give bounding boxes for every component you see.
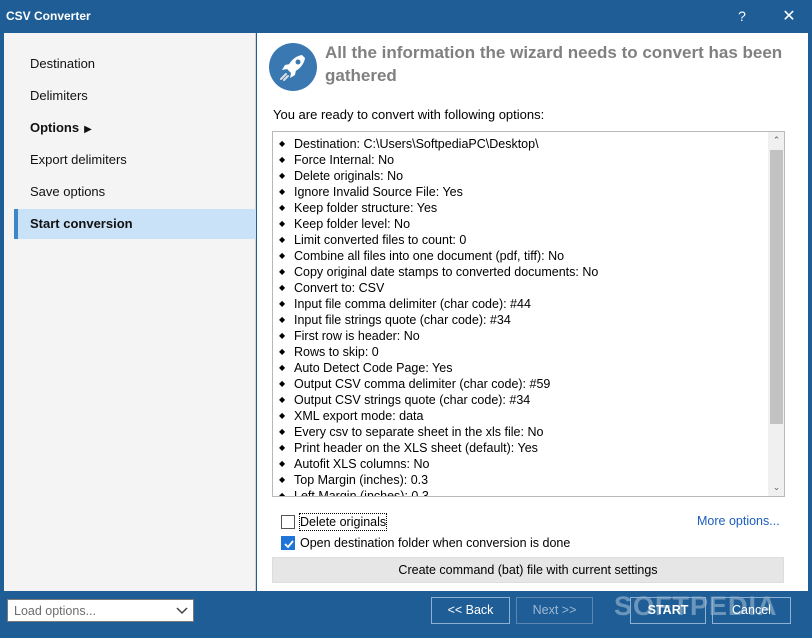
option-list-item: Every csv to separate sheet in the xls f…: [273, 424, 768, 440]
checkbox-box-checked[interactable]: [281, 536, 295, 550]
option-list-item: Destination: C:\Users\SoftpediaPC\Deskto…: [273, 136, 768, 152]
sidebar-item-start-conversion[interactable]: Start conversion: [14, 209, 256, 239]
option-list-item: Delete originals: No: [273, 168, 768, 184]
chevron-right-icon: ▶: [84, 124, 92, 135]
chevron-down-icon: [176, 607, 188, 615]
sidebar-item-delimiters[interactable]: Delimiters: [14, 81, 256, 111]
checkbox-label[interactable]: Open destination folder when conversion …: [300, 535, 570, 551]
checkmark-icon: [284, 540, 294, 549]
sidebar-item-save-options[interactable]: Save options: [14, 177, 256, 207]
start-button[interactable]: START: [630, 597, 706, 624]
create-bat-file-button[interactable]: Create command (bat) file with current s…: [272, 557, 784, 583]
option-list-item: Copy original date stamps to converted d…: [273, 264, 768, 280]
more-options-link[interactable]: More options...: [697, 514, 780, 528]
option-list-item: Left Margin (inches): 0.3: [273, 488, 768, 496]
option-list-item: Autofit XLS columns: No: [273, 456, 768, 472]
scroll-down-icon[interactable]: ⌄: [768, 479, 784, 496]
cancel-button[interactable]: Cancel: [712, 597, 791, 624]
option-list-item: Output CSV comma delimiter (char code): …: [273, 376, 768, 392]
window-title: CSV Converter: [6, 9, 91, 23]
scroll-up-icon[interactable]: ⌃: [768, 132, 784, 149]
main-panel: All the information the wizard needs to …: [257, 33, 808, 591]
scrollbar-thumb[interactable]: [770, 150, 783, 424]
checkbox-label[interactable]: Delete originals: [298, 513, 388, 531]
sidebar-item-export-delimiters[interactable]: Export delimiters: [14, 145, 256, 175]
checkbox-box[interactable]: [281, 515, 295, 529]
option-list-item: Output CSV strings quote (char code): #3…: [273, 392, 768, 408]
sidebar-item-label: Options: [30, 120, 80, 135]
page-title: All the information the wizard needs to …: [325, 43, 783, 85]
help-button[interactable]: ?: [726, 0, 758, 33]
option-list-item: Print header on the XLS sheet (default):…: [273, 440, 768, 456]
sidebar-item-label: Save options: [30, 184, 106, 199]
title-bar: CSV Converter ? ✕: [0, 0, 812, 33]
sidebar-item-label: Destination: [30, 56, 96, 71]
option-list-item: Top Margin (inches): 0.3: [273, 472, 768, 488]
sidebar-item-label: Delimiters: [30, 88, 88, 103]
sidebar: Destination Delimiters Options ▶ Export d…: [4, 33, 256, 591]
next-button[interactable]: Next >>: [516, 597, 593, 624]
load-options-dropdown[interactable]: Load options...: [7, 599, 194, 622]
option-list-item: Rows to skip: 0: [273, 344, 768, 360]
option-list-item: Input file comma delimiter (char code): …: [273, 296, 768, 312]
close-button[interactable]: ✕: [766, 0, 812, 33]
intro-text: You are ready to convert with following …: [273, 107, 545, 122]
option-list-item: Auto Detect Code Page: Yes: [273, 360, 768, 376]
sidebar-item-label: Export delimiters: [30, 152, 127, 167]
sidebar-item-label: Start conversion: [30, 216, 133, 231]
option-list-item: Force Internal: No: [273, 152, 768, 168]
rocket-icon: [269, 43, 317, 91]
option-list-item: Input file strings quote (char code): #3…: [273, 312, 768, 328]
option-list-item: Limit converted files to count: 0: [273, 232, 768, 248]
option-list-item: Keep folder structure: Yes: [273, 200, 768, 216]
sidebar-item-destination[interactable]: Destination: [14, 49, 256, 79]
sidebar-item-options[interactable]: Options ▶: [14, 113, 256, 143]
option-list-item: Keep folder level: No: [273, 216, 768, 232]
option-list-item: XML export mode: data: [273, 408, 768, 424]
option-list-item: Ignore Invalid Source File: Yes: [273, 184, 768, 200]
footer-bar: Load options... SOFTPEDIA << Back Next >…: [0, 591, 812, 638]
option-list-item: Combine all files into one document (pdf…: [273, 248, 768, 264]
options-list: Destination: C:\Users\SoftpediaPC\Deskto…: [273, 136, 768, 496]
option-list-item: First row is header: No: [273, 328, 768, 344]
back-button[interactable]: << Back: [431, 597, 510, 624]
load-options-placeholder: Load options...: [14, 604, 97, 618]
option-list-item: Convert to: CSV: [273, 280, 768, 296]
options-summary-list[interactable]: Destination: C:\Users\SoftpediaPC\Deskto…: [272, 131, 785, 497]
vertical-scrollbar[interactable]: ⌃ ⌄: [768, 132, 784, 496]
